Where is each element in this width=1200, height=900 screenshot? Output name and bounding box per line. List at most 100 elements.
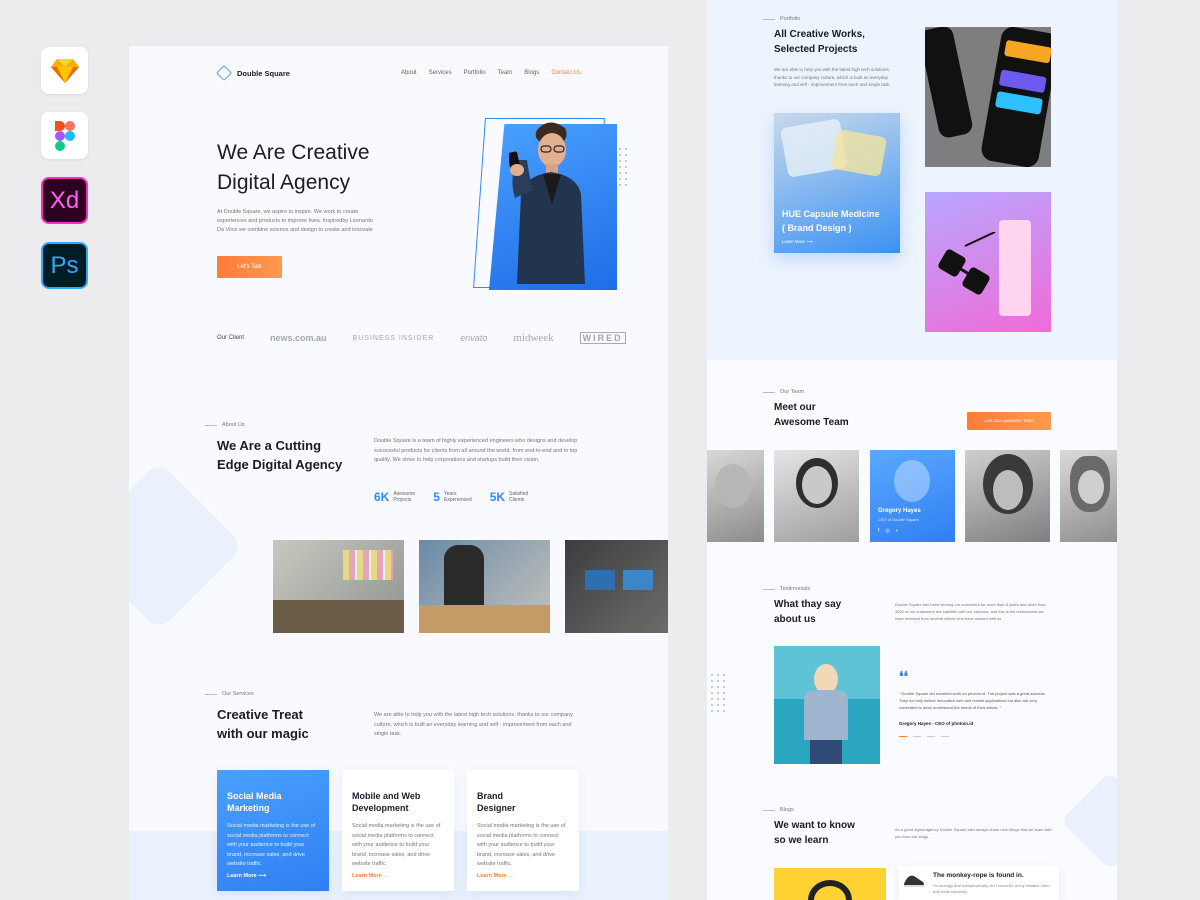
blog-post-card[interactable]: The monkey-rope is found in. So strongly…	[899, 866, 1059, 900]
service-title-line2: Marketing	[227, 803, 270, 813]
office-photo-meeting	[273, 540, 404, 633]
testimonials-title: What thay say about us	[774, 597, 841, 627]
service-title-line1: Mobile and Web	[352, 791, 421, 801]
learn-more-link[interactable]: Learn More ⟶	[227, 873, 266, 879]
slider-dot[interactable]	[899, 736, 907, 737]
learn-more-label: Learn More	[227, 873, 257, 879]
learn-more-label: Learn More	[352, 873, 382, 879]
stat-label: Years Experienced	[444, 491, 472, 503]
landing-page-preview-left: Double Square About Services Portfolio T…	[129, 46, 668, 900]
office-photo-laptop	[419, 540, 550, 633]
featured-title-line2: ( Brand Design )	[782, 223, 852, 233]
client-business-insider-logo: BUSINESS INSIDER	[352, 334, 435, 342]
stat-label-line2: Experienced	[443, 497, 472, 503]
featured-learn-more[interactable]: Learn More ⟶	[782, 239, 813, 245]
testimonials-title-line1: What thay say	[774, 599, 842, 610]
about-description: Double Square is a team of highly experi…	[374, 438, 578, 463]
blogs-title-line1: We want to know	[774, 820, 855, 831]
team-member-card[interactable]	[1060, 450, 1117, 542]
portfolio-title-line1: All Creative Works,	[774, 29, 865, 40]
client-news-logo: news.com.au	[270, 333, 327, 343]
service-title-line2: Designer	[477, 803, 516, 813]
stat-label: Satisfied Clients	[509, 491, 528, 503]
photoshop-icon: Ps	[41, 242, 88, 289]
featured-learn-more-label: Learn More	[782, 239, 806, 244]
slider-dot[interactable]	[913, 736, 921, 737]
blog-post-image[interactable]	[774, 868, 886, 900]
team-member-card[interactable]	[707, 450, 764, 542]
arrow-right-icon: →	[508, 873, 514, 879]
team-member-card[interactable]	[774, 450, 859, 542]
team-member-card-highlighted[interactable]: Gregory Hayes CEO of Double Square f ◎ ▪	[870, 450, 955, 542]
hero-description: At Double Square, we aspire to inspire. …	[217, 209, 373, 233]
service-title-line2: Development	[352, 803, 409, 813]
nav-portfolio[interactable]: Portfolio	[464, 70, 486, 76]
learn-more-link[interactable]: Learn More →	[352, 873, 389, 879]
learn-more-link[interactable]: Learn More →	[477, 873, 514, 879]
project-card-hue-capsule[interactable]: HUE Capsule Medicine ( Brand Design ) Le…	[774, 113, 900, 253]
clients-label: Our Client	[217, 335, 245, 341]
service-title: Social Media Marketing	[227, 790, 319, 814]
team-member-name: Gregory Hayes	[878, 508, 921, 514]
nav-services[interactable]: Services	[429, 70, 452, 76]
nav-blogs[interactable]: Blogs	[524, 70, 539, 76]
testimonials-title-line2: about us	[774, 614, 816, 625]
services-tag: Our Services	[205, 691, 254, 697]
testimonial-slider-dots	[899, 736, 949, 737]
brand-mark-icon	[216, 65, 232, 81]
slider-dot[interactable]	[941, 736, 949, 737]
service-card-mobile-web[interactable]: Mobile and Web Development Social media m…	[342, 770, 454, 891]
stat-number: 5K	[489, 490, 506, 504]
project-card-mobile-app[interactable]	[925, 27, 1051, 167]
portfolio-description: We are able to help you with the latest …	[774, 67, 891, 87]
about-tag: About Us	[205, 422, 245, 428]
client-logos: Our Client news.com.au BUSINESS INSIDER …	[217, 332, 626, 344]
landing-page-preview-right: Portfolio All Creative Works, Selected P…	[707, 0, 1117, 900]
project-card-glasses[interactable]	[925, 192, 1051, 332]
quote-icon: ❛❛	[899, 668, 909, 684]
service-card-brand[interactable]: Brand Designer Social media marketing is …	[467, 770, 579, 891]
nav-team[interactable]: Team	[498, 70, 513, 76]
team-title-line1: Meet our	[774, 402, 816, 413]
service-text: Social media marketing is the use of soc…	[227, 823, 316, 867]
learn-more-label: Learn More	[477, 873, 507, 879]
blogs-title-line2: so we learn	[774, 835, 829, 846]
brand-logo[interactable]: Double Square	[216, 65, 290, 81]
instagram-icon[interactable]: ◎	[885, 528, 889, 534]
client-midweek-logo: midweek	[513, 332, 554, 344]
service-text: Social media marketing is the use of soc…	[352, 823, 441, 867]
service-card-social-media[interactable]: Social Media Marketing Social media marke…	[217, 770, 329, 891]
facebook-icon[interactable]: f	[878, 528, 879, 534]
decorative-diamond	[1060, 771, 1117, 871]
design-tool-icons: Xd Ps	[41, 47, 89, 307]
team-title: Meet our Awesome Team	[774, 400, 849, 430]
services-description: We are able to help you with the latest …	[374, 712, 573, 737]
service-text: Social media marketing is the use of soc…	[477, 823, 566, 867]
portfolio-title: All Creative Works, Selected Projects	[774, 27, 865, 57]
testimonials-tag: Testimonials	[763, 586, 810, 592]
about-title-line2: Edge Digital Agency	[217, 457, 343, 472]
service-title-line1: Social Media	[227, 791, 282, 801]
service-title: Mobile and Web Development	[352, 790, 444, 814]
blogs-tag: Blogs	[763, 807, 794, 813]
stat-label-line2: Projects	[393, 497, 412, 503]
nav-contact[interactable]: Contact Us	[551, 70, 581, 76]
team-member-role: CEO of Double Square	[878, 517, 919, 522]
hero-title-line1: We Are Creative	[217, 141, 370, 164]
office-photo-workspace	[565, 540, 668, 633]
testimonial-quote: " Double Square did excellent work on ph…	[899, 691, 1046, 710]
portfolio-title-line2: Selected Projects	[774, 44, 858, 55]
join-team-button[interactable]: Join Our Awesome Team	[967, 412, 1051, 430]
stat-label-line2: Clients	[509, 497, 525, 503]
nav-about[interactable]: About	[401, 70, 417, 76]
blogs-description: As a good digital agency Double Square a…	[895, 827, 1052, 839]
blog-post-excerpt: So strongly and metaphysically did I con…	[933, 883, 1051, 894]
hero-image	[473, 118, 627, 290]
testimonial-author: Gregory Hayes - CEO of photoin.id	[899, 721, 974, 726]
slider-dot[interactable]	[927, 736, 935, 737]
twitter-icon[interactable]: ▪	[896, 528, 898, 534]
lets-talk-button[interactable]: Let's Talk	[217, 256, 282, 278]
portfolio-tag: Portfolio	[763, 16, 800, 22]
service-title: Brand Designer	[477, 790, 569, 814]
team-member-card[interactable]	[965, 450, 1050, 542]
